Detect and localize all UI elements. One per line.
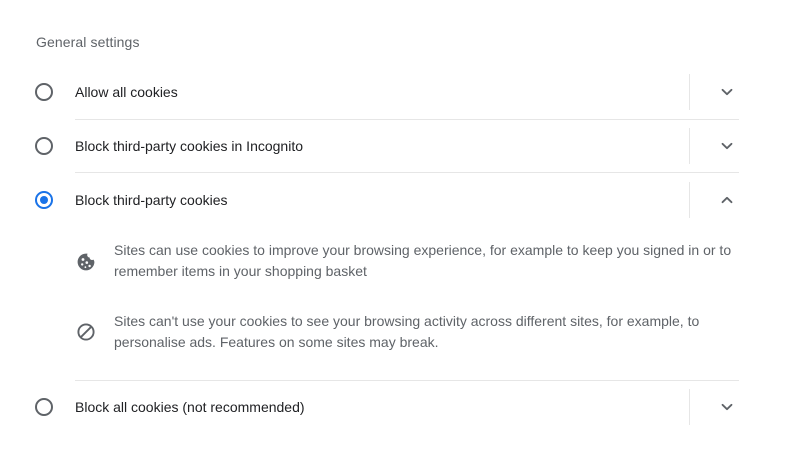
option-allow-all-cookies[interactable]: Allow all cookies [0, 65, 799, 119]
option-block-all-cookies[interactable]: Block all cookies (not recommended) [0, 380, 799, 434]
vertical-divider [689, 182, 690, 218]
expand-button[interactable] [710, 129, 744, 163]
radio-block-all-cookies[interactable] [35, 398, 53, 416]
option-block-third-party-incognito[interactable]: Block third-party cookies in Incognito [0, 119, 799, 173]
chevron-down-icon [721, 403, 733, 411]
cookie-icon [77, 253, 95, 271]
option-block-third-party-cookies[interactable]: Block third-party cookies [0, 173, 799, 227]
option-label: Block third-party cookies [75, 192, 228, 208]
radio-block-third-party-incognito[interactable] [35, 137, 53, 155]
chevron-down-icon [721, 142, 733, 150]
option-label: Block all cookies (not recommended) [75, 399, 305, 415]
vertical-divider [689, 128, 690, 164]
collapse-button[interactable] [710, 183, 744, 217]
radio-block-third-party-cookies[interactable] [35, 191, 53, 209]
vertical-divider [689, 389, 690, 425]
expand-button[interactable] [710, 75, 744, 109]
chevron-down-icon [721, 88, 733, 96]
detail-text: Sites can use cookies to improve your br… [114, 242, 732, 279]
block-icon [77, 323, 95, 341]
radio-allow-all-cookies[interactable] [35, 83, 53, 101]
detail-text: Sites can't use your cookies to see your… [114, 313, 700, 350]
chevron-up-icon [721, 196, 733, 204]
vertical-divider [689, 74, 690, 110]
section-title: General settings [36, 34, 140, 50]
option-label: Block third-party cookies in Incognito [75, 138, 303, 154]
expand-button[interactable] [710, 390, 744, 424]
option-label: Allow all cookies [75, 84, 178, 100]
